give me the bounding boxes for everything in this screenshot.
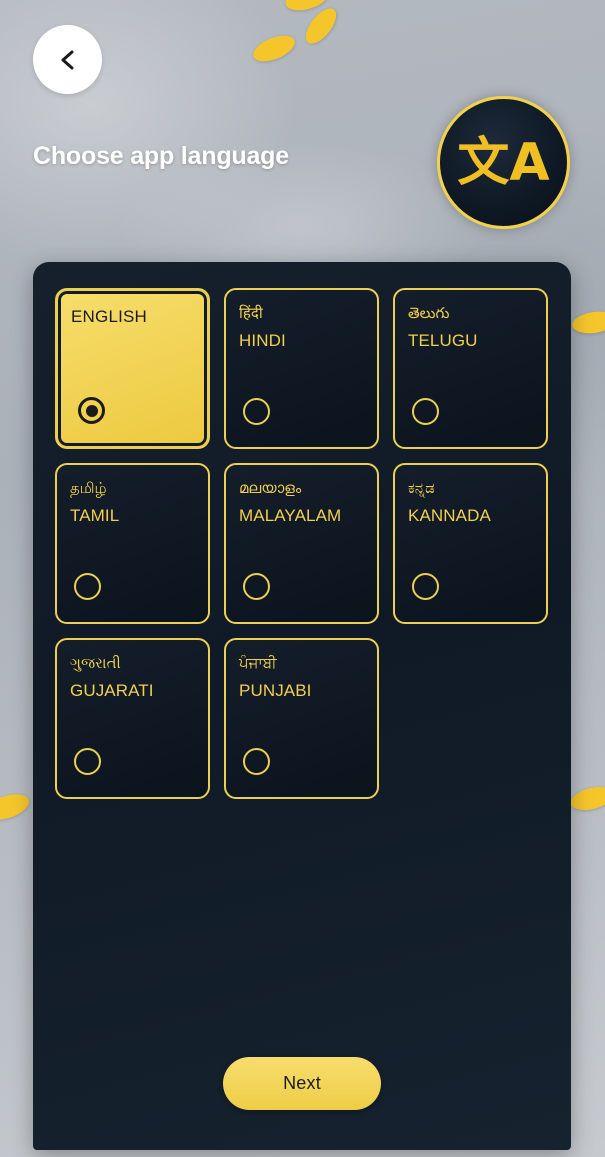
radio-dot: [85, 404, 98, 417]
confetti-ellipse: [300, 3, 342, 49]
language-radio-tamil[interactable]: [74, 573, 101, 600]
language-radio-telugu[interactable]: [412, 398, 439, 425]
language-radio-hindi[interactable]: [243, 398, 270, 425]
language-card-kannada[interactable]: ಕನ್ನಡ KANNADA: [393, 463, 548, 624]
language-latin-label: PUNJABI: [239, 680, 312, 700]
language-panel: ENGLISH हिंदी HINDI తెలుగు TELUGU தமிழ் TAMIL മ…: [33, 262, 571, 1150]
back-button[interactable]: [33, 25, 102, 94]
confetti-ellipse: [570, 309, 605, 336]
language-radio-kannada[interactable]: [412, 573, 439, 600]
language-card-punjabi[interactable]: ਪੰਜਾਬੀ PUNJABI: [224, 638, 379, 799]
confetti-ellipse: [249, 30, 299, 67]
translate-badge[interactable]: 文A: [437, 96, 570, 229]
translate-icon: 文A: [457, 132, 550, 193]
confetti-ellipse: [0, 789, 33, 825]
language-card-tamil[interactable]: தமிழ் TAMIL: [55, 463, 210, 624]
confetti-ellipse: [568, 782, 605, 815]
language-native-label: ਪੰਜਾਬੀ: [239, 654, 277, 672]
chevron-left-icon: [58, 49, 78, 71]
language-radio-english[interactable]: [78, 397, 105, 424]
language-card-hindi[interactable]: हिंदी HINDI: [224, 288, 379, 449]
language-card-gujarati[interactable]: ગુજરાતી GUJARATI: [55, 638, 210, 799]
language-latin-label: ENGLISH: [71, 307, 148, 326]
page-title: Choose app language: [33, 142, 289, 170]
language-native-label: മലയാളം: [239, 479, 302, 497]
language-latin-label: GUJARATI: [70, 680, 154, 700]
language-card-english[interactable]: ENGLISH: [55, 288, 210, 449]
language-radio-malayalam[interactable]: [243, 573, 270, 600]
language-latin-label: TAMIL: [70, 505, 120, 525]
language-latin-label: MALAYALAM: [239, 505, 342, 525]
app-screen: Choose app language 文A ENGLISH हिंदी HINDI…: [0, 0, 605, 1157]
language-native-label: ಕನ್ನಡ: [408, 479, 435, 497]
language-radio-punjabi[interactable]: [243, 748, 270, 775]
language-native-label: हिंदी: [239, 304, 263, 322]
language-card-grid: ENGLISH हिंदी HINDI తెలుగు TELUGU தமிழ் TAMIL മ…: [55, 288, 549, 799]
next-button[interactable]: Next: [223, 1057, 381, 1110]
language-radio-gujarati[interactable]: [74, 748, 101, 775]
language-native-label: తెలుగు: [408, 304, 450, 322]
language-card-malayalam[interactable]: മലയാളം MALAYALAM: [224, 463, 379, 624]
language-card-telugu[interactable]: తెలుగు TELUGU: [393, 288, 548, 449]
language-latin-label: KANNADA: [408, 505, 491, 525]
language-native-label: ગુજરાતી: [70, 654, 121, 672]
language-latin-label: TELUGU: [408, 330, 478, 350]
language-latin-label: HINDI: [239, 330, 286, 350]
language-native-label: தமிழ்: [70, 479, 107, 497]
